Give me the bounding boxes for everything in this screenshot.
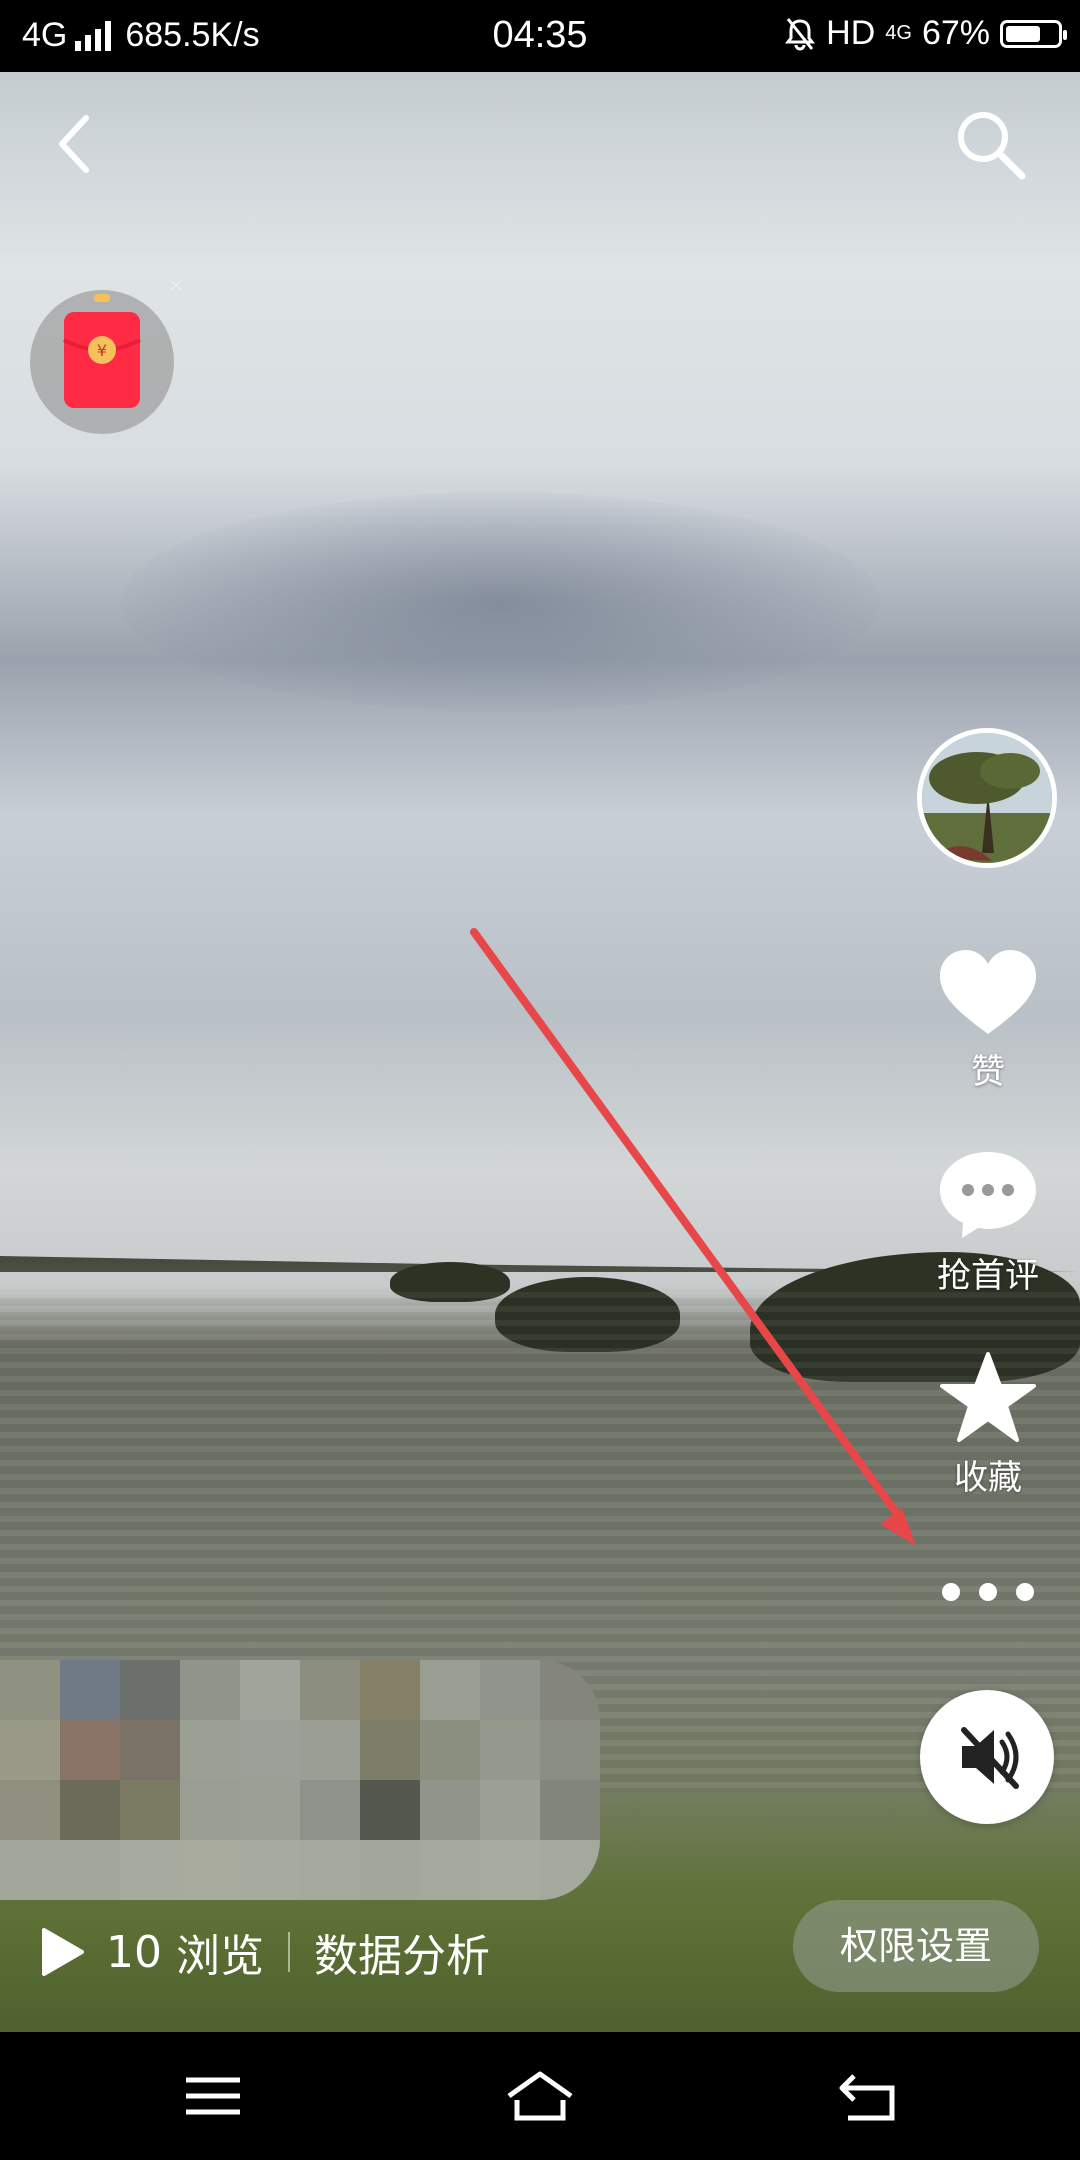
screen: 4G 685.5K/s 04:35 HD 4G 67% ¥ × 赞 抢首评 收藏… [0, 0, 1080, 2160]
menu-icon[interactable] [178, 2066, 248, 2126]
mute-button[interactable] [920, 1690, 1054, 1824]
analytics-link[interactable]: 数据分析 [314, 1920, 490, 1984]
battery-icon [1000, 19, 1067, 48]
heart-icon [940, 950, 1036, 1034]
status-bar: 4G 685.5K/s 04:35 HD 4G 67% [0, 0, 1080, 72]
net-type-small: 4G [885, 22, 912, 44]
comment-icon [940, 1152, 1036, 1238]
home-icon[interactable] [505, 2066, 575, 2126]
back-nav-icon[interactable] [834, 2066, 904, 2126]
pixelated-caption [0, 1660, 600, 1900]
bell-off-icon [785, 17, 816, 50]
navigation-bar [0, 2032, 1080, 2160]
speaker-mute-icon [961, 1727, 1019, 1789]
back-button[interactable] [44, 104, 104, 184]
cloud-shape [120, 492, 880, 712]
status-right: HD 4G 67% [784, 14, 1067, 53]
red-packet-close-button[interactable]: × [166, 276, 186, 296]
views-label: 浏览 [176, 1931, 264, 1982]
more-options-button[interactable] [942, 1578, 1034, 1606]
author-avatar[interactable] [917, 728, 1057, 868]
dot-icon [979, 1583, 997, 1601]
dot-icon [942, 1583, 960, 1601]
dot-icon [1016, 1583, 1034, 1601]
comment-label: 抢首评 [937, 1256, 1039, 1296]
comment-button[interactable]: 抢首评 [920, 1148, 1056, 1297]
red-packet-icon: ¥ [63, 294, 141, 408]
view-stats: 10 浏览 数据分析 [40, 1920, 490, 1984]
currency-symbol: ¥ [97, 341, 107, 360]
battery-fill [1006, 25, 1040, 42]
like-label: 赞 [971, 1052, 1005, 1092]
divider [288, 1932, 290, 1972]
search-button[interactable] [950, 104, 1030, 184]
hd-indicator: HD [826, 14, 876, 52]
favorite-button[interactable]: 收藏 [920, 1352, 1056, 1499]
views-count: 10 [106, 1926, 162, 1978]
battery-percent: 67% [921, 14, 990, 52]
favorite-label: 收藏 [954, 1458, 1022, 1498]
like-button[interactable]: 赞 [920, 948, 1056, 1093]
red-packet-button[interactable]: ¥ [30, 290, 174, 434]
avatar-image [922, 733, 1052, 863]
play-icon [42, 1928, 84, 1976]
permission-settings-button[interactable]: 权限设置 [793, 1900, 1039, 1992]
star-icon [940, 1352, 1036, 1442]
